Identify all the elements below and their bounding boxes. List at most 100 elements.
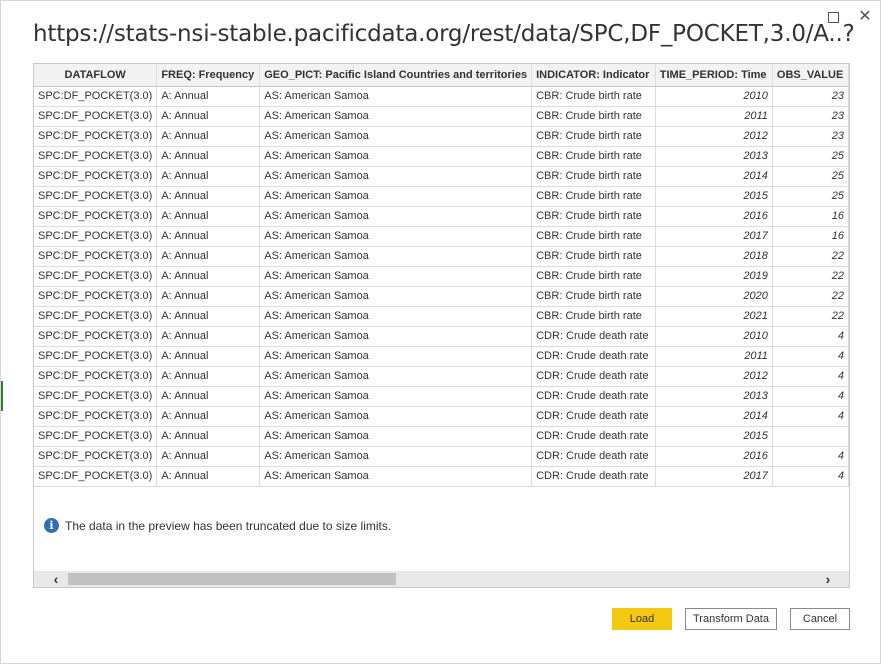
table-cell[interactable]: AS: American Samoa — [259, 346, 533, 367]
table-cell[interactable]: CDR: Crude death rate — [531, 446, 656, 467]
column-header[interactable]: INDICATOR: Indicator — [531, 64, 656, 87]
table-cell[interactable]: SPC:DF_POCKET(3.0) — [34, 86, 158, 107]
scrollbar-thumb[interactable] — [68, 573, 396, 585]
table-cell[interactable]: 23 — [772, 106, 849, 127]
table-cell[interactable]: 2012 — [655, 366, 773, 387]
table-cell[interactable]: A: Annual — [156, 366, 261, 387]
table-cell[interactable]: CBR: Crude birth rate — [531, 106, 656, 127]
table-cell[interactable]: SPC:DF_POCKET(3.0) — [34, 386, 158, 407]
table-cell[interactable]: A: Annual — [156, 186, 261, 207]
table-cell[interactable]: SPC:DF_POCKET(3.0) — [34, 266, 158, 287]
table-cell[interactable]: AS: American Samoa — [259, 426, 533, 447]
column-header[interactable]: OBS_VALUE — [772, 64, 849, 87]
table-cell[interactable]: 2018 — [655, 246, 773, 267]
table-cell[interactable]: SPC:DF_POCKET(3.0) — [34, 206, 158, 227]
table-cell[interactable]: 2017 — [655, 226, 773, 247]
column-header[interactable]: DATAFLOW — [34, 64, 158, 87]
table-cell[interactable]: AS: American Samoa — [259, 246, 533, 267]
table-cell[interactable]: 22 — [772, 266, 849, 287]
table-cell[interactable]: CBR: Crude birth rate — [531, 206, 656, 227]
table-cell[interactable]: A: Annual — [156, 86, 261, 107]
table-cell[interactable]: CBR: Crude birth rate — [531, 186, 656, 207]
table-cell[interactable]: 2016 — [655, 446, 773, 467]
table-cell[interactable]: A: Annual — [156, 106, 261, 127]
table-cell[interactable]: AS: American Samoa — [259, 366, 533, 387]
table-cell[interactable]: AS: American Samoa — [259, 286, 533, 307]
table-cell[interactable]: A: Annual — [156, 446, 261, 467]
table-cell[interactable]: CDR: Crude death rate — [531, 466, 656, 487]
table-cell[interactable]: A: Annual — [156, 406, 261, 427]
table-cell[interactable]: AS: American Samoa — [259, 126, 533, 147]
table-cell[interactable]: AS: American Samoa — [259, 206, 533, 227]
table-cell[interactable]: 16 — [772, 206, 849, 227]
table-cell[interactable]: SPC:DF_POCKET(3.0) — [34, 446, 158, 467]
table-cell[interactable]: SPC:DF_POCKET(3.0) — [34, 286, 158, 307]
table-cell[interactable]: A: Annual — [156, 226, 261, 247]
table-cell[interactable]: CBR: Crude birth rate — [531, 286, 656, 307]
table-cell[interactable]: CDR: Crude death rate — [531, 386, 656, 407]
table-cell[interactable]: AS: American Samoa — [259, 306, 533, 327]
table-cell[interactable]: SPC:DF_POCKET(3.0) — [34, 466, 158, 487]
table-cell[interactable]: 4 — [772, 386, 849, 407]
table-cell[interactable]: AS: American Samoa — [259, 186, 533, 207]
table-cell[interactable]: SPC:DF_POCKET(3.0) — [34, 406, 158, 427]
table-cell[interactable]: SPC:DF_POCKET(3.0) — [34, 126, 158, 147]
column-header[interactable]: FREQ: Frequency — [156, 64, 261, 87]
table-cell[interactable]: 4 — [772, 466, 849, 487]
table-cell[interactable]: 2010 — [655, 326, 773, 347]
table-cell[interactable]: 2015 — [655, 426, 773, 447]
table-cell[interactable]: 2019 — [655, 266, 773, 287]
table-cell[interactable]: 2017 — [655, 466, 773, 487]
table-cell[interactable]: AS: American Samoa — [259, 146, 533, 167]
table-cell[interactable]: A: Annual — [156, 326, 261, 347]
cancel-button[interactable]: Cancel — [790, 608, 850, 630]
table-cell[interactable]: 2020 — [655, 286, 773, 307]
table-cell[interactable]: 4 — [772, 406, 849, 427]
table-cell[interactable]: SPC:DF_POCKET(3.0) — [34, 226, 158, 247]
horizontal-scrollbar[interactable]: ‹ › — [34, 571, 849, 587]
table-cell[interactable]: A: Annual — [156, 206, 261, 227]
table-cell[interactable]: CBR: Crude birth rate — [531, 166, 656, 187]
table-cell[interactable]: CBR: Crude birth rate — [531, 306, 656, 327]
table-cell[interactable]: AS: American Samoa — [259, 226, 533, 247]
table-cell[interactable]: CDR: Crude death rate — [531, 366, 656, 387]
scroll-left-icon[interactable]: ‹ — [48, 571, 64, 587]
column-header[interactable]: GEO_PICT: Pacific Island Countries and t… — [259, 64, 533, 87]
table-cell[interactable]: 25 — [772, 186, 849, 207]
table-cell[interactable]: CBR: Crude birth rate — [531, 266, 656, 287]
table-cell[interactable]: 2021 — [655, 306, 773, 327]
table-cell[interactable]: A: Annual — [156, 246, 261, 267]
table-cell[interactable]: CDR: Crude death rate — [531, 426, 656, 447]
table-cell[interactable]: CDR: Crude death rate — [531, 346, 656, 367]
table-cell[interactable]: 23 — [772, 126, 849, 147]
close-icon[interactable]: ✕ — [857, 9, 873, 25]
table-cell[interactable]: 2011 — [655, 106, 773, 127]
table-cell[interactable]: AS: American Samoa — [259, 86, 533, 107]
table-cell[interactable]: AS: American Samoa — [259, 106, 533, 127]
table-cell[interactable]: 2014 — [655, 166, 773, 187]
table-cell[interactable]: A: Annual — [156, 146, 261, 167]
table-cell[interactable]: A: Annual — [156, 386, 261, 407]
table-cell[interactable]: 2014 — [655, 406, 773, 427]
table-cell[interactable]: AS: American Samoa — [259, 446, 533, 467]
table-cell[interactable]: 16 — [772, 226, 849, 247]
table-cell[interactable]: 4 — [772, 346, 849, 367]
table-cell[interactable]: 2015 — [655, 186, 773, 207]
table-cell[interactable]: CBR: Crude birth rate — [531, 146, 656, 167]
table-cell[interactable]: AS: American Samoa — [259, 266, 533, 287]
column-header[interactable]: TIME_PERIOD: Time — [655, 64, 773, 87]
table-cell[interactable]: CBR: Crude birth rate — [531, 246, 656, 267]
table-cell[interactable]: AS: American Samoa — [259, 466, 533, 487]
table-cell[interactable]: AS: American Samoa — [259, 326, 533, 347]
table-cell[interactable]: CBR: Crude birth rate — [531, 86, 656, 107]
table-cell[interactable]: SPC:DF_POCKET(3.0) — [34, 106, 158, 127]
table-cell[interactable]: 2012 — [655, 126, 773, 147]
table-cell[interactable]: 2010 — [655, 86, 773, 107]
table-cell[interactable]: A: Annual — [156, 306, 261, 327]
table-cell[interactable]: SPC:DF_POCKET(3.0) — [34, 346, 158, 367]
table-cell[interactable]: 23 — [772, 86, 849, 107]
table-cell[interactable] — [772, 426, 849, 447]
transform-data-button[interactable]: Transform Data — [685, 608, 777, 630]
table-cell[interactable]: CDR: Crude death rate — [531, 406, 656, 427]
table-cell[interactable]: SPC:DF_POCKET(3.0) — [34, 146, 158, 167]
